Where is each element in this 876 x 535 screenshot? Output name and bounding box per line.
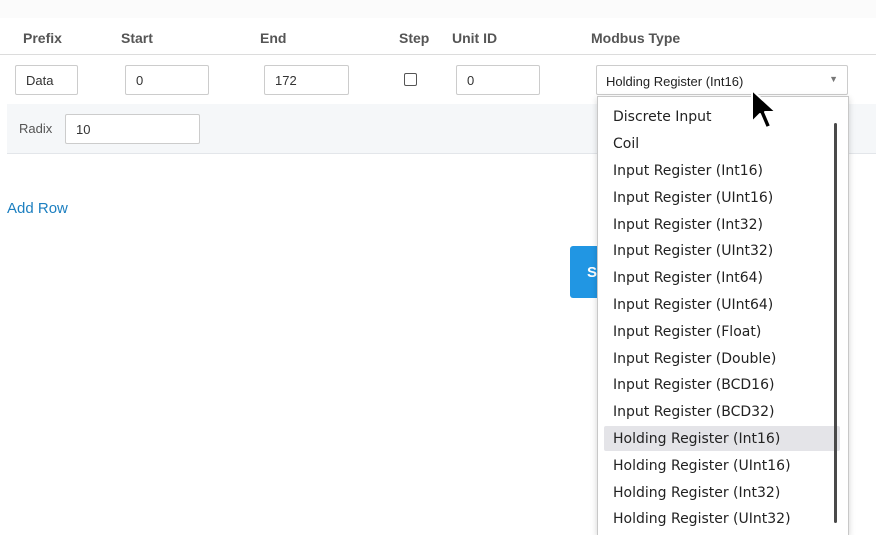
header-unit-id: Unit ID	[452, 30, 498, 46]
mouse-pointer-icon	[751, 89, 777, 129]
caret-down-icon: ▼	[829, 74, 838, 84]
dropdown-option[interactable]: Holding Register (UInt32)	[604, 506, 840, 531]
dropdown-option[interactable]: Input Register (Int32)	[604, 212, 840, 237]
dropdown-option[interactable]: Input Register (Int16)	[604, 158, 840, 183]
dropdown-option[interactable]: Holding Register (Int16)	[604, 426, 840, 451]
step-checkbox[interactable]	[404, 73, 417, 86]
dropdown-option[interactable]: Input Register (Int64)	[604, 265, 840, 290]
dropdown-scrollbar[interactable]	[834, 123, 837, 523]
header-prefix: Prefix	[23, 30, 62, 46]
header-start: Start	[121, 30, 153, 46]
dropdown-option[interactable]: Input Register (Float)	[604, 319, 840, 344]
start-input[interactable]	[125, 65, 209, 95]
dropdown-option[interactable]: Discrete Input	[604, 104, 840, 129]
dropdown-option[interactable]: Input Register (BCD32)	[604, 399, 840, 424]
dropdown-option[interactable]: Input Register (UInt16)	[604, 185, 840, 210]
radix-input[interactable]	[65, 114, 200, 144]
dropdown-option[interactable]: Input Register (Double)	[604, 346, 840, 371]
radix-label: Radix	[19, 121, 53, 136]
header-modbus-type: Modbus Type	[591, 30, 681, 46]
dropdown-option[interactable]: Input Register (UInt32)	[604, 238, 840, 263]
save-button-label: S	[587, 264, 598, 281]
end-input[interactable]	[264, 65, 349, 95]
table-header: Prefix Start End Step Unit ID Modbus Typ…	[0, 22, 876, 55]
dropdown-option[interactable]: Input Register (UInt64)	[604, 292, 840, 317]
modbus-type-select[interactable]: Holding Register (Int16) ▼	[596, 65, 848, 95]
header-step: Step	[399, 30, 430, 46]
top-band	[0, 0, 876, 18]
dropdown-option[interactable]: Input Register (BCD16)	[604, 372, 840, 397]
dropdown-option[interactable]: Coil	[604, 131, 840, 156]
modbus-type-selected-value: Holding Register (Int16)	[606, 74, 744, 89]
unit-id-input[interactable]	[456, 65, 540, 95]
modbus-type-dropdown-list[interactable]: Discrete Input Coil Input Register (Int1…	[597, 96, 849, 535]
prefix-input[interactable]	[15, 65, 78, 95]
header-end: End	[260, 30, 287, 46]
dropdown-option[interactable]: Holding Register (UInt16)	[604, 453, 840, 478]
dropdown-option[interactable]: Holding Register (Int32)	[604, 480, 840, 505]
add-row-link[interactable]: Add Row	[7, 200, 68, 217]
